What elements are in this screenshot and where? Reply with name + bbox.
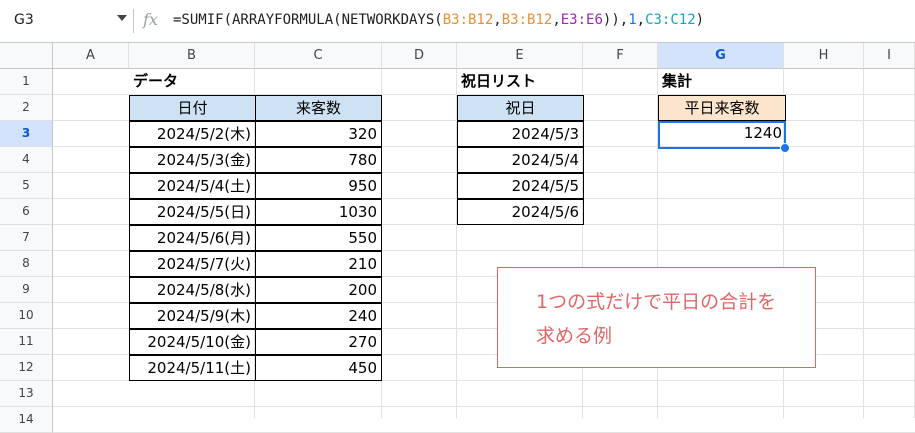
date-cell[interactable]: 2024/5/5(日) bbox=[129, 199, 256, 225]
row-header-14[interactable]: 14 bbox=[0, 407, 53, 433]
date-cell[interactable]: 2024/5/4(土) bbox=[129, 173, 256, 199]
date-cell[interactable]: 2024/5/2(木) bbox=[129, 121, 256, 147]
formula-token: E3:E6 bbox=[560, 12, 603, 28]
holiday-list-title[interactable]: 祝日リスト bbox=[457, 69, 583, 95]
row-header-10[interactable]: 10 bbox=[0, 303, 53, 329]
summary-title[interactable]: 集計 bbox=[658, 69, 784, 95]
date-cell[interactable]: 2024/5/7(火) bbox=[129, 251, 256, 277]
visitor-count-cell[interactable]: 550 bbox=[255, 225, 382, 251]
row-header-4[interactable]: 4 bbox=[0, 147, 53, 173]
holiday-date-cell[interactable]: 2024/5/6 bbox=[457, 199, 584, 225]
column-header-g[interactable]: G bbox=[658, 43, 784, 69]
column-header-b[interactable]: B bbox=[129, 43, 255, 69]
formula-token: B3:B12 bbox=[501, 12, 553, 28]
formula-token: , bbox=[552, 12, 561, 28]
visitor-count-cell[interactable]: 210 bbox=[255, 251, 382, 277]
date-cell[interactable]: 2024/5/10(金) bbox=[129, 329, 256, 355]
row-header-12[interactable]: 12 bbox=[0, 355, 53, 381]
holiday-date-cell[interactable]: 2024/5/4 bbox=[457, 147, 584, 173]
date-cell[interactable]: 2024/5/3(金) bbox=[129, 147, 256, 173]
row-header-9[interactable]: 9 bbox=[0, 277, 53, 303]
visitors-column-header[interactable]: 来客数 bbox=[255, 95, 382, 121]
column-header-i[interactable]: I bbox=[864, 43, 915, 69]
row-header-2[interactable]: 2 bbox=[0, 95, 53, 121]
formula-bar-divider bbox=[133, 9, 134, 33]
visitor-count-cell[interactable]: 240 bbox=[255, 303, 382, 329]
date-cell[interactable]: 2024/5/6(月) bbox=[129, 225, 256, 251]
row-header-8[interactable]: 8 bbox=[0, 251, 53, 277]
selected-cell-border bbox=[658, 121, 786, 149]
chevron-down-icon[interactable] bbox=[117, 15, 127, 21]
visitor-count-cell[interactable]: 780 bbox=[255, 147, 382, 173]
select-all-corner[interactable] bbox=[0, 43, 53, 69]
formula-input[interactable]: =SUMIF(ARRAYFORMULA(NETWORKDAYS(B3:B12,B… bbox=[173, 12, 704, 28]
formula-token: =SUMIF(ARRAYFORMULA(NETWORKDAYS( bbox=[173, 12, 443, 28]
weekday-visitors-header[interactable]: 平日来客数 bbox=[658, 95, 786, 121]
visitor-count-cell[interactable]: 450 bbox=[255, 355, 382, 381]
column-header-e[interactable]: E bbox=[457, 43, 583, 69]
row-header-13[interactable]: 13 bbox=[0, 381, 53, 407]
note-line-2: 求める例 bbox=[536, 325, 613, 347]
formula-token: , bbox=[636, 12, 646, 28]
column-header-f[interactable]: F bbox=[583, 43, 658, 69]
row-header-7[interactable]: 7 bbox=[0, 225, 53, 251]
data-title[interactable]: データ bbox=[129, 69, 255, 95]
row-header-3[interactable]: 3 bbox=[0, 121, 53, 147]
holiday-column-header[interactable]: 祝日 bbox=[457, 95, 584, 121]
formula-token: C3:C12 bbox=[645, 12, 696, 28]
date-column-header[interactable]: 日付 bbox=[129, 95, 256, 121]
date-cell[interactable]: 2024/5/11(土) bbox=[129, 355, 256, 381]
visitor-count-cell[interactable]: 950 bbox=[255, 173, 382, 199]
visitor-count-cell[interactable]: 1030 bbox=[255, 199, 382, 225]
formula-bar: G3 fx =SUMIF(ARRAYFORMULA(NETWORKDAYS(B3… bbox=[0, 0, 915, 43]
column-header-c[interactable]: C bbox=[255, 43, 382, 69]
formula-token: )), bbox=[602, 12, 629, 28]
visitor-count-cell[interactable]: 270 bbox=[255, 329, 382, 355]
row-header-1[interactable]: 1 bbox=[0, 69, 53, 95]
gridline bbox=[863, 69, 864, 418]
fill-handle[interactable] bbox=[780, 143, 790, 153]
date-cell[interactable]: 2024/5/9(木) bbox=[129, 303, 256, 329]
row-header-11[interactable]: 11 bbox=[0, 329, 53, 355]
row-header-5[interactable]: 5 bbox=[0, 173, 53, 199]
visitor-count-cell[interactable]: 320 bbox=[255, 121, 382, 147]
formula-token: B3:B12 bbox=[442, 12, 494, 28]
note-line-1: 1つの式だけで平日の合計を bbox=[536, 291, 777, 313]
annotation-note: 1つの式だけで平日の合計を 求める例 bbox=[497, 267, 816, 368]
formula-token: ) bbox=[695, 12, 705, 28]
column-header-h[interactable]: H bbox=[784, 43, 864, 69]
gridline bbox=[53, 406, 915, 407]
column-header-d[interactable]: D bbox=[382, 43, 457, 69]
formula-token: , bbox=[493, 12, 502, 28]
formula-token: 1 bbox=[628, 12, 637, 28]
row-header-6[interactable]: 6 bbox=[0, 199, 53, 225]
name-box[interactable]: G3 bbox=[14, 12, 34, 28]
visitor-count-cell[interactable]: 200 bbox=[255, 277, 382, 303]
holiday-date-cell[interactable]: 2024/5/3 bbox=[457, 121, 584, 147]
date-cell[interactable]: 2024/5/8(水) bbox=[129, 277, 256, 303]
column-header-a[interactable]: A bbox=[53, 43, 129, 69]
holiday-date-cell[interactable]: 2024/5/5 bbox=[457, 173, 584, 199]
fx-icon: fx bbox=[143, 10, 158, 29]
